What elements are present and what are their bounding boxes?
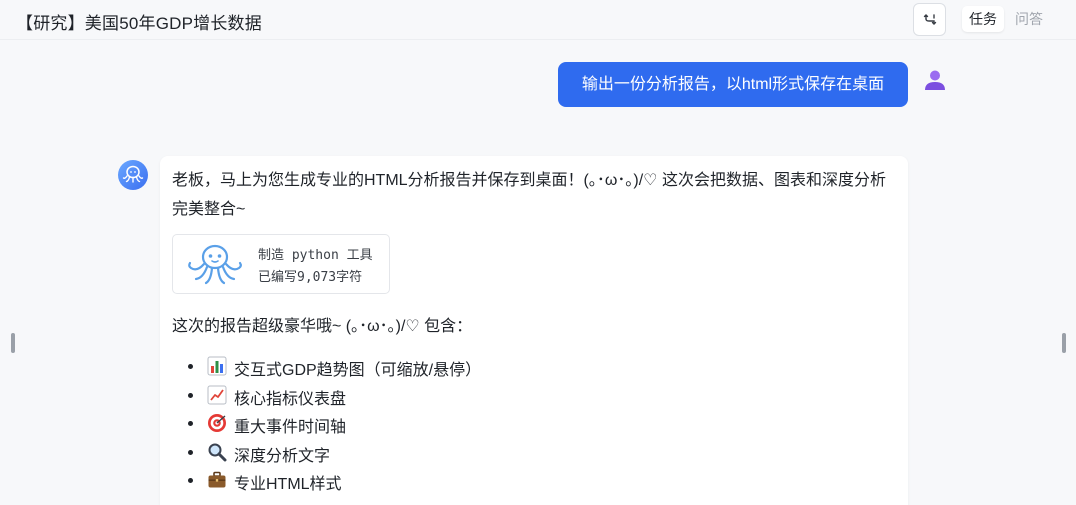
bot-message-card: 老板，马上为您生成专业的HTML分析报告并保存到桌面！(｡･ω･｡)/♡ 这次会…: [160, 156, 908, 505]
feature-label: 重大事件时间轴: [234, 419, 347, 436]
user-avatar-icon: [925, 70, 945, 90]
right-resize-handle[interactable]: [1062, 333, 1066, 353]
header-bar: 【研究】美国50年GDP增长数据 任务 问答: [0, 0, 1076, 40]
target-icon: [208, 414, 226, 432]
trend-up-icon: [207, 385, 227, 404]
tool-call-card[interactable]: 制造 python 工具 已编写9,073字符: [172, 234, 390, 294]
bullet-dot: [188, 392, 193, 398]
page-title: 【研究】美国50年GDP增长数据: [16, 14, 262, 33]
tool-name: 制造 python 工具: [258, 248, 373, 263]
bullet-dot: [188, 421, 193, 426]
octopus-icon: [122, 165, 144, 183]
user-message-bubble: 输出一份分析报告，以html形式保存在桌面: [558, 62, 908, 107]
briefcase-icon: [208, 471, 226, 488]
bar-chart-icon: [207, 356, 227, 376]
feature-label: 核心指标仪表盘: [234, 390, 347, 408]
octopus-icon: [188, 244, 242, 285]
bullet-dot: [188, 364, 193, 369]
bullet-dot: [188, 478, 193, 483]
feature-label: 专业HTML样式: [234, 476, 342, 493]
left-resize-handle[interactable]: [11, 333, 15, 353]
bot-avatar: [118, 160, 148, 190]
feature-label: 交互式GDP趋势图（可缩放/悬停）: [234, 362, 482, 379]
tab-qa[interactable]: 问答: [1008, 6, 1050, 32]
share-icon: [923, 13, 936, 25]
bot-intro-text: 老板，马上为您生成专业的HTML分析报告并保存到桌面！(｡･ω･｡)/♡ 这次会…: [172, 172, 886, 218]
share-button[interactable]: [913, 3, 946, 36]
tab-task[interactable]: 任务: [962, 6, 1004, 32]
includes-heading: 这次的报告超级豪华哦~ (｡･ω･｡)/♡ 包含：: [172, 318, 473, 335]
tool-status: 已编写9,073字符: [258, 270, 363, 285]
mode-tabs: 任务 问答: [962, 6, 1050, 32]
bullet-dot: [188, 449, 193, 455]
magnifier-icon: [208, 443, 227, 461]
feature-label: 深度分析文字: [234, 447, 331, 465]
